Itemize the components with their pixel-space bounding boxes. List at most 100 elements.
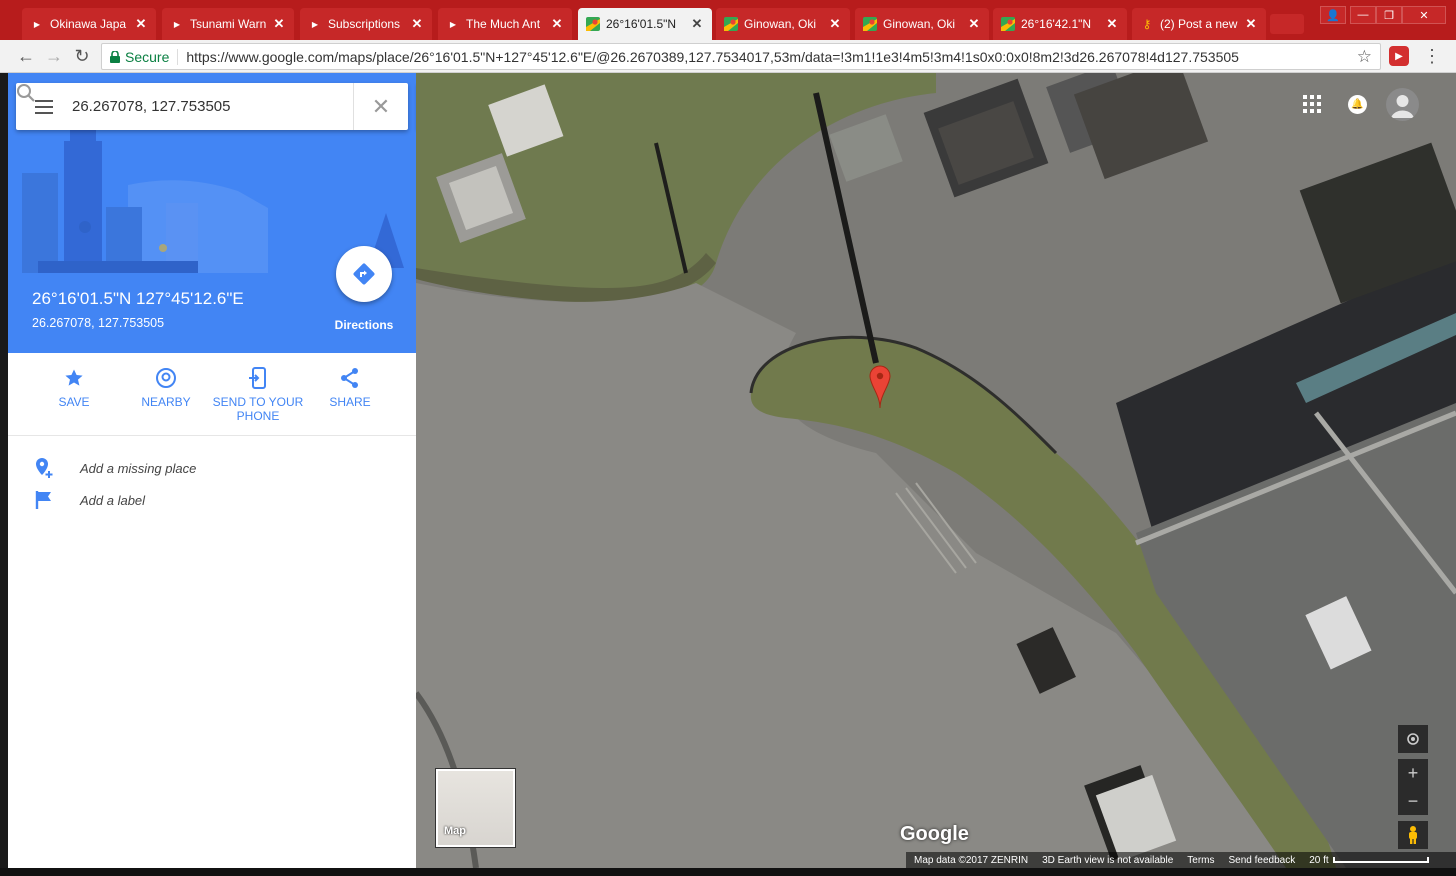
map-controls: + −	[1398, 725, 1428, 849]
browser-tab[interactable]: 26°16'42.1"N ✕	[993, 8, 1127, 40]
youtube-icon: ▶	[33, 19, 41, 29]
tab-title: 26°16'01.5"N	[606, 17, 677, 31]
nearby-icon	[156, 368, 176, 388]
notifications-bell-icon[interactable]: 🔔	[1348, 95, 1367, 114]
send-to-phone-icon	[249, 367, 266, 389]
send-to-phone-button[interactable]: SEND TO YOUR PHONE	[212, 365, 304, 423]
browser-tab-active[interactable]: 26°16'01.5"N ✕	[578, 8, 712, 40]
tab-title: The Much Ant	[466, 17, 541, 31]
directions-icon	[353, 263, 375, 285]
add-label-link[interactable]: Add a label	[32, 488, 145, 512]
new-tab-button[interactable]	[1270, 14, 1304, 34]
search-input[interactable]: 26.267078, 127.753505	[72, 98, 308, 115]
google-apps-icon[interactable]	[1303, 95, 1321, 113]
browser-tab[interactable]: Ginowan, Oki ✕	[855, 8, 989, 40]
add-missing-place-label: Add a missing place	[80, 460, 197, 476]
browser-menu-icon[interactable]: ⋮	[1422, 45, 1442, 67]
my-location-icon	[1407, 733, 1419, 745]
zoom-in-button[interactable]: +	[1398, 759, 1428, 787]
satellite-imagery	[416, 73, 1456, 868]
minimize-button[interactable]: —	[1350, 6, 1376, 24]
share-button[interactable]: SHARE	[304, 365, 396, 409]
map-footer: Map data ©2017 ZENRIN 3D Earth view is n…	[906, 852, 1456, 868]
scale-indicator[interactable]: 20 ft	[1309, 854, 1429, 866]
place-side-panel: 26.267078, 127.753505 ✕ ◀ 26°16'01.5"N 1…	[8, 73, 439, 868]
share-label: SHARE	[329, 395, 371, 409]
close-tab-icon[interactable]: ✕	[1244, 16, 1258, 32]
secure-label: Secure	[125, 48, 170, 65]
flag-icon	[35, 491, 51, 509]
profile-icon[interactable]: 👤	[1320, 6, 1346, 24]
close-tab-icon[interactable]: ✕	[550, 16, 564, 32]
map-data-credit: Map data ©2017 ZENRIN	[914, 854, 1029, 866]
tab-title: (2) Post a new	[1160, 17, 1238, 31]
extension-icon[interactable]: ▶	[1389, 46, 1409, 66]
add-place-icon	[36, 458, 53, 478]
save-button[interactable]: SAVE	[28, 365, 120, 409]
place-title: 26°16'01.5"N 127°45'12.6"E	[32, 289, 244, 308]
tab-title: Okinawa Japa	[50, 17, 127, 31]
browser-tab[interactable]: ▶ Tsunami Warn ✕	[162, 8, 294, 40]
key-icon: ⚷	[1142, 17, 1152, 31]
maps-icon	[863, 17, 877, 31]
street-view-pegman-icon[interactable]	[1398, 821, 1428, 849]
directions-button[interactable]	[336, 246, 392, 302]
maps-icon	[724, 17, 738, 31]
browser-tab[interactable]: ▶ The Much Ant ✕	[438, 8, 572, 40]
maps-icon	[586, 17, 600, 31]
tab-title: Subscriptions	[328, 17, 401, 31]
close-tab-icon[interactable]: ✕	[1105, 16, 1119, 32]
lock-icon	[110, 50, 120, 63]
tab-title: Tsunami Warn	[190, 17, 267, 31]
place-actions: SAVE NEARBY SEND TO YOUR PHONE SHARE	[8, 353, 416, 436]
satellite-map[interactable]: 🔔 Map Google + − Map data ©2017 ZENRIN 3…	[416, 73, 1456, 868]
tab-title: 26°16'42.1"N	[1021, 17, 1092, 31]
os-taskbar	[0, 868, 1456, 876]
url-text[interactable]: https://www.google.com/maps/place/26°16'…	[186, 49, 1350, 65]
scale-label: 20 ft	[1309, 854, 1329, 866]
back-arrow-icon[interactable]: ←	[14, 44, 38, 68]
close-tab-icon[interactable]: ✕	[134, 16, 148, 32]
search-icon[interactable]	[17, 83, 354, 130]
bookmark-star-icon[interactable]: ☆	[1357, 47, 1372, 67]
browser-tab[interactable]: ▶ Subscriptions ✕	[300, 8, 432, 40]
clear-search-icon[interactable]: ✕	[354, 83, 408, 130]
browser-tab[interactable]: ▶ Okinawa Japa ✕	[22, 8, 156, 40]
close-tab-icon[interactable]: ✕	[828, 16, 842, 32]
google-logo: Google	[900, 823, 969, 845]
youtube-icon: ▶	[311, 19, 319, 29]
youtube-icon: ▶	[173, 19, 181, 29]
directions-label[interactable]: Directions	[326, 318, 402, 332]
hero-illustration: 26.267078, 127.753505 ✕	[8, 73, 416, 273]
close-tab-icon[interactable]: ✕	[690, 16, 704, 32]
terms-link[interactable]: Terms	[1187, 855, 1214, 866]
place-coordinates: 26.267078, 127.753505	[32, 316, 165, 330]
browser-tab-strip: ▶ Okinawa Japa ✕ ▶ Tsunami Warn ✕ ▶ Subs…	[0, 0, 1456, 40]
share-icon	[341, 368, 358, 388]
save-label: SAVE	[58, 395, 90, 409]
close-tab-icon[interactable]: ✕	[272, 16, 286, 32]
close-tab-icon[interactable]: ✕	[967, 16, 981, 32]
add-missing-place-link[interactable]: Add a missing place	[32, 456, 196, 480]
zoom-out-button[interactable]: −	[1398, 787, 1428, 815]
reload-icon[interactable]: ↻	[70, 44, 94, 68]
window-close-button[interactable]: ✕	[1402, 6, 1446, 24]
my-location-button[interactable]	[1398, 725, 1428, 753]
browser-toolbar: ← → ↻ Secure https://www.google.com/maps…	[0, 40, 1456, 73]
close-tab-icon[interactable]: ✕	[410, 16, 424, 32]
map-layer-toggle[interactable]: Map	[436, 769, 515, 847]
avatar[interactable]	[1386, 88, 1419, 121]
nearby-button[interactable]: NEARBY	[120, 365, 212, 409]
nearby-label: NEARBY	[141, 395, 191, 409]
maximize-button[interactable]: ❐	[1376, 6, 1402, 24]
browser-tab[interactable]: ⚷ (2) Post a new ✕	[1132, 8, 1266, 40]
map-layer-label: Map	[444, 825, 466, 837]
search-box[interactable]: 26.267078, 127.753505 ✕	[16, 83, 408, 130]
forward-arrow-icon[interactable]: →	[42, 44, 66, 68]
tab-title: Ginowan, Oki	[883, 17, 956, 31]
secure-indicator[interactable]: Secure	[110, 48, 179, 65]
browser-tab[interactable]: Ginowan, Oki ✕	[716, 8, 850, 40]
send-to-phone-label: SEND TO YOUR PHONE	[212, 395, 304, 423]
send-feedback-link[interactable]: Send feedback	[1229, 855, 1296, 866]
address-bar[interactable]: Secure https://www.google.com/maps/place…	[101, 43, 1381, 70]
